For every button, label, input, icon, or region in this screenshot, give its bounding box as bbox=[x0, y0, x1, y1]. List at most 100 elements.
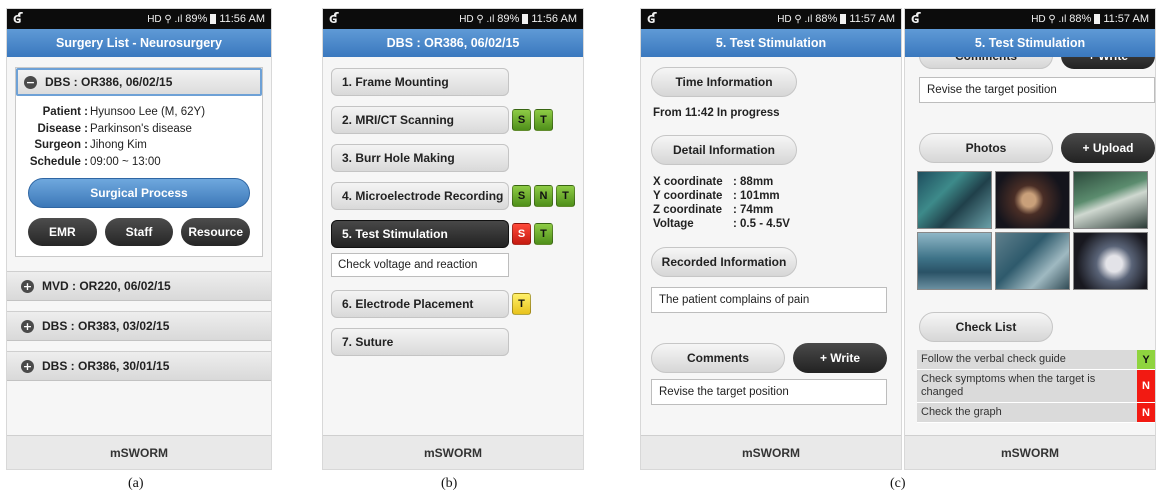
battery-level: 88% bbox=[815, 13, 838, 25]
surgeon-row: Surgeon Jihong Kim bbox=[24, 137, 254, 154]
status-badge-n[interactable]: N bbox=[534, 185, 553, 207]
page-title: Surgery List - Neurosurgery bbox=[7, 29, 271, 57]
schedule-row: Schedule 09:00 ~ 13:00 bbox=[24, 154, 254, 171]
step-test-stimulation[interactable]: 5. Test Stimulation bbox=[331, 220, 509, 248]
signal-icon: HD ⚲ .ıl bbox=[147, 13, 183, 25]
clock: 11:57 AM bbox=[849, 13, 895, 25]
page-title: 5. Test Stimulation bbox=[905, 29, 1155, 57]
surgery-photo[interactable] bbox=[1073, 171, 1148, 229]
case-label: DBS : OR386, 06/02/15 bbox=[45, 75, 173, 89]
coordinate-list: X coordinate: 88mm Y coordinate: 101mm Z… bbox=[653, 176, 790, 230]
battery-icon bbox=[840, 14, 847, 24]
signal-icon: HD ⚲ .ıl bbox=[1031, 13, 1067, 25]
footer-brand: mSWORM bbox=[641, 435, 901, 469]
battery-level: 89% bbox=[185, 13, 208, 25]
list-item[interactable]: Check symptoms when the target is change… bbox=[917, 370, 1155, 403]
status-badge-s[interactable]: S bbox=[512, 185, 531, 207]
photo-grid bbox=[917, 171, 1155, 290]
status-badge-s[interactable]: S bbox=[512, 109, 531, 131]
status-badge-t[interactable]: T bbox=[534, 109, 553, 131]
status-bar: ʛ HD ⚲ .ıl 88% 11:57 AM bbox=[641, 9, 901, 29]
status-badge-t[interactable]: T bbox=[534, 223, 553, 245]
page-title: DBS : OR386, 06/02/15 bbox=[323, 29, 583, 57]
status-badge-t[interactable]: T bbox=[556, 185, 575, 207]
comment-text-field[interactable]: Revise the target position bbox=[651, 379, 887, 405]
case-label: MVD : OR220, 06/02/15 bbox=[42, 279, 171, 293]
recorded-information-button[interactable]: Recorded Information bbox=[651, 247, 797, 277]
check-flag[interactable]: N bbox=[1137, 403, 1155, 422]
photos-button[interactable]: Photos bbox=[919, 133, 1053, 163]
surgical-process-button[interactable]: Surgical Process bbox=[28, 178, 250, 208]
caption-b: (b) bbox=[441, 476, 458, 491]
app-logo-icon: ʛ bbox=[911, 11, 921, 27]
list-item[interactable]: Follow the verbal check guide Y bbox=[917, 350, 1155, 370]
case-item-dbs-or383[interactable]: + DBS : OR383, 03/02/15 bbox=[7, 311, 271, 341]
status-badge-t[interactable]: T bbox=[512, 293, 531, 315]
page-title: 5. Test Stimulation bbox=[641, 29, 901, 57]
step-mri-ct-scanning[interactable]: 2. MRI/CT Scanning bbox=[331, 106, 509, 134]
detail-information-button[interactable]: Detail Information bbox=[651, 135, 797, 165]
phone-screen-process-steps: ʛ HD ⚲ .ıl 89% 11:56 AM DBS : OR386, 06/… bbox=[322, 8, 584, 470]
status-bar: ʛ HD ⚲ .ıl 89% 11:56 AM bbox=[7, 9, 271, 29]
surgery-photo[interactable] bbox=[995, 232, 1070, 290]
step-burr-hole-making[interactable]: 3. Burr Hole Making bbox=[331, 144, 509, 172]
case-label: DBS : OR383, 03/02/15 bbox=[42, 319, 170, 333]
comments-button[interactable]: Comments bbox=[651, 343, 785, 373]
expand-icon[interactable]: + bbox=[21, 319, 34, 333]
step-frame-mounting[interactable]: 1. Frame Mounting bbox=[331, 68, 509, 96]
collapse-icon[interactable]: − bbox=[24, 75, 37, 89]
signal-icon: HD ⚲ .ıl bbox=[777, 13, 813, 25]
surgery-photo[interactable] bbox=[995, 171, 1070, 229]
surgery-photo[interactable] bbox=[1073, 232, 1148, 290]
clock: 11:56 AM bbox=[219, 13, 265, 25]
case-item-mvd-or220[interactable]: + MVD : OR220, 06/02/15 bbox=[7, 271, 271, 301]
check-list-button[interactable]: Check List bbox=[919, 312, 1053, 342]
case-item-dbs-or386-old[interactable]: + DBS : OR386, 30/01/15 bbox=[7, 351, 271, 381]
check-list: Follow the verbal check guide Y Check sy… bbox=[917, 350, 1155, 423]
battery-icon bbox=[1094, 14, 1101, 24]
step-suture[interactable]: 7. Suture bbox=[331, 328, 509, 356]
list-item[interactable]: Check the graph N bbox=[917, 403, 1155, 423]
expand-icon[interactable]: + bbox=[21, 279, 34, 293]
case-label: DBS : OR386, 30/01/15 bbox=[42, 359, 170, 373]
battery-icon bbox=[210, 14, 217, 24]
staff-button[interactable]: Staff bbox=[104, 218, 174, 246]
battery-level: 89% bbox=[497, 13, 520, 25]
patient-row: Patient Hyunsoo Lee (M, 62Y) bbox=[24, 104, 254, 121]
expand-icon[interactable]: + bbox=[21, 359, 34, 373]
time-status-text: From 11:42 In progress bbox=[653, 107, 780, 119]
phone-screen-step-detail: ʛ HD ⚲ .ıl 88% 11:57 AM 5. Test Stimulat… bbox=[640, 8, 902, 470]
check-flag[interactable]: N bbox=[1137, 370, 1155, 402]
status-bar: ʛ HD ⚲ .ıl 88% 11:57 AM bbox=[905, 9, 1155, 29]
app-logo-icon: ʛ bbox=[647, 11, 657, 27]
battery-level: 88% bbox=[1069, 13, 1092, 25]
phone-screen-surgery-list: ʛ HD ⚲ .ıl 89% 11:56 AM Surgery List - N… bbox=[6, 8, 272, 470]
case-card-expanded: − DBS : OR386, 06/02/15 Patient Hyunsoo … bbox=[15, 67, 263, 257]
emr-button[interactable]: EMR bbox=[28, 218, 97, 246]
status-badge-s[interactable]: S bbox=[512, 223, 531, 245]
app-logo-icon: ʛ bbox=[13, 11, 23, 27]
battery-icon bbox=[522, 14, 529, 24]
upload-photo-button[interactable]: + Upload bbox=[1061, 133, 1155, 163]
comment-text-field[interactable]: Revise the target position bbox=[919, 77, 1155, 103]
write-comment-button[interactable]: + Write bbox=[793, 343, 887, 373]
clock: 11:57 AM bbox=[1103, 13, 1149, 25]
footer-brand: mSWORM bbox=[905, 435, 1155, 469]
time-information-button[interactable]: Time Information bbox=[651, 67, 797, 97]
case-header-dbs-or386[interactable]: − DBS : OR386, 06/02/15 bbox=[16, 68, 262, 96]
footer-brand: mSWORM bbox=[7, 435, 271, 469]
check-flag[interactable]: Y bbox=[1137, 350, 1155, 369]
step-electrode-placement[interactable]: 6. Electrode Placement bbox=[331, 290, 509, 318]
step-note: Check voltage and reaction bbox=[331, 253, 509, 277]
caption-a: (a) bbox=[128, 476, 144, 491]
clock: 11:56 AM bbox=[531, 13, 577, 25]
signal-icon: HD ⚲ .ıl bbox=[459, 13, 495, 25]
surgery-photo[interactable] bbox=[917, 171, 992, 229]
step-microelectrode-recording[interactable]: 4. Microelectrode Recording bbox=[331, 182, 509, 210]
caption-c: (c) bbox=[890, 476, 906, 491]
recorded-text-field[interactable]: The patient complains of pain bbox=[651, 287, 887, 313]
footer-brand: mSWORM bbox=[323, 435, 583, 469]
status-bar: ʛ HD ⚲ .ıl 89% 11:56 AM bbox=[323, 9, 583, 29]
surgery-photo[interactable] bbox=[917, 232, 992, 290]
resource-button[interactable]: Resource bbox=[181, 218, 251, 246]
